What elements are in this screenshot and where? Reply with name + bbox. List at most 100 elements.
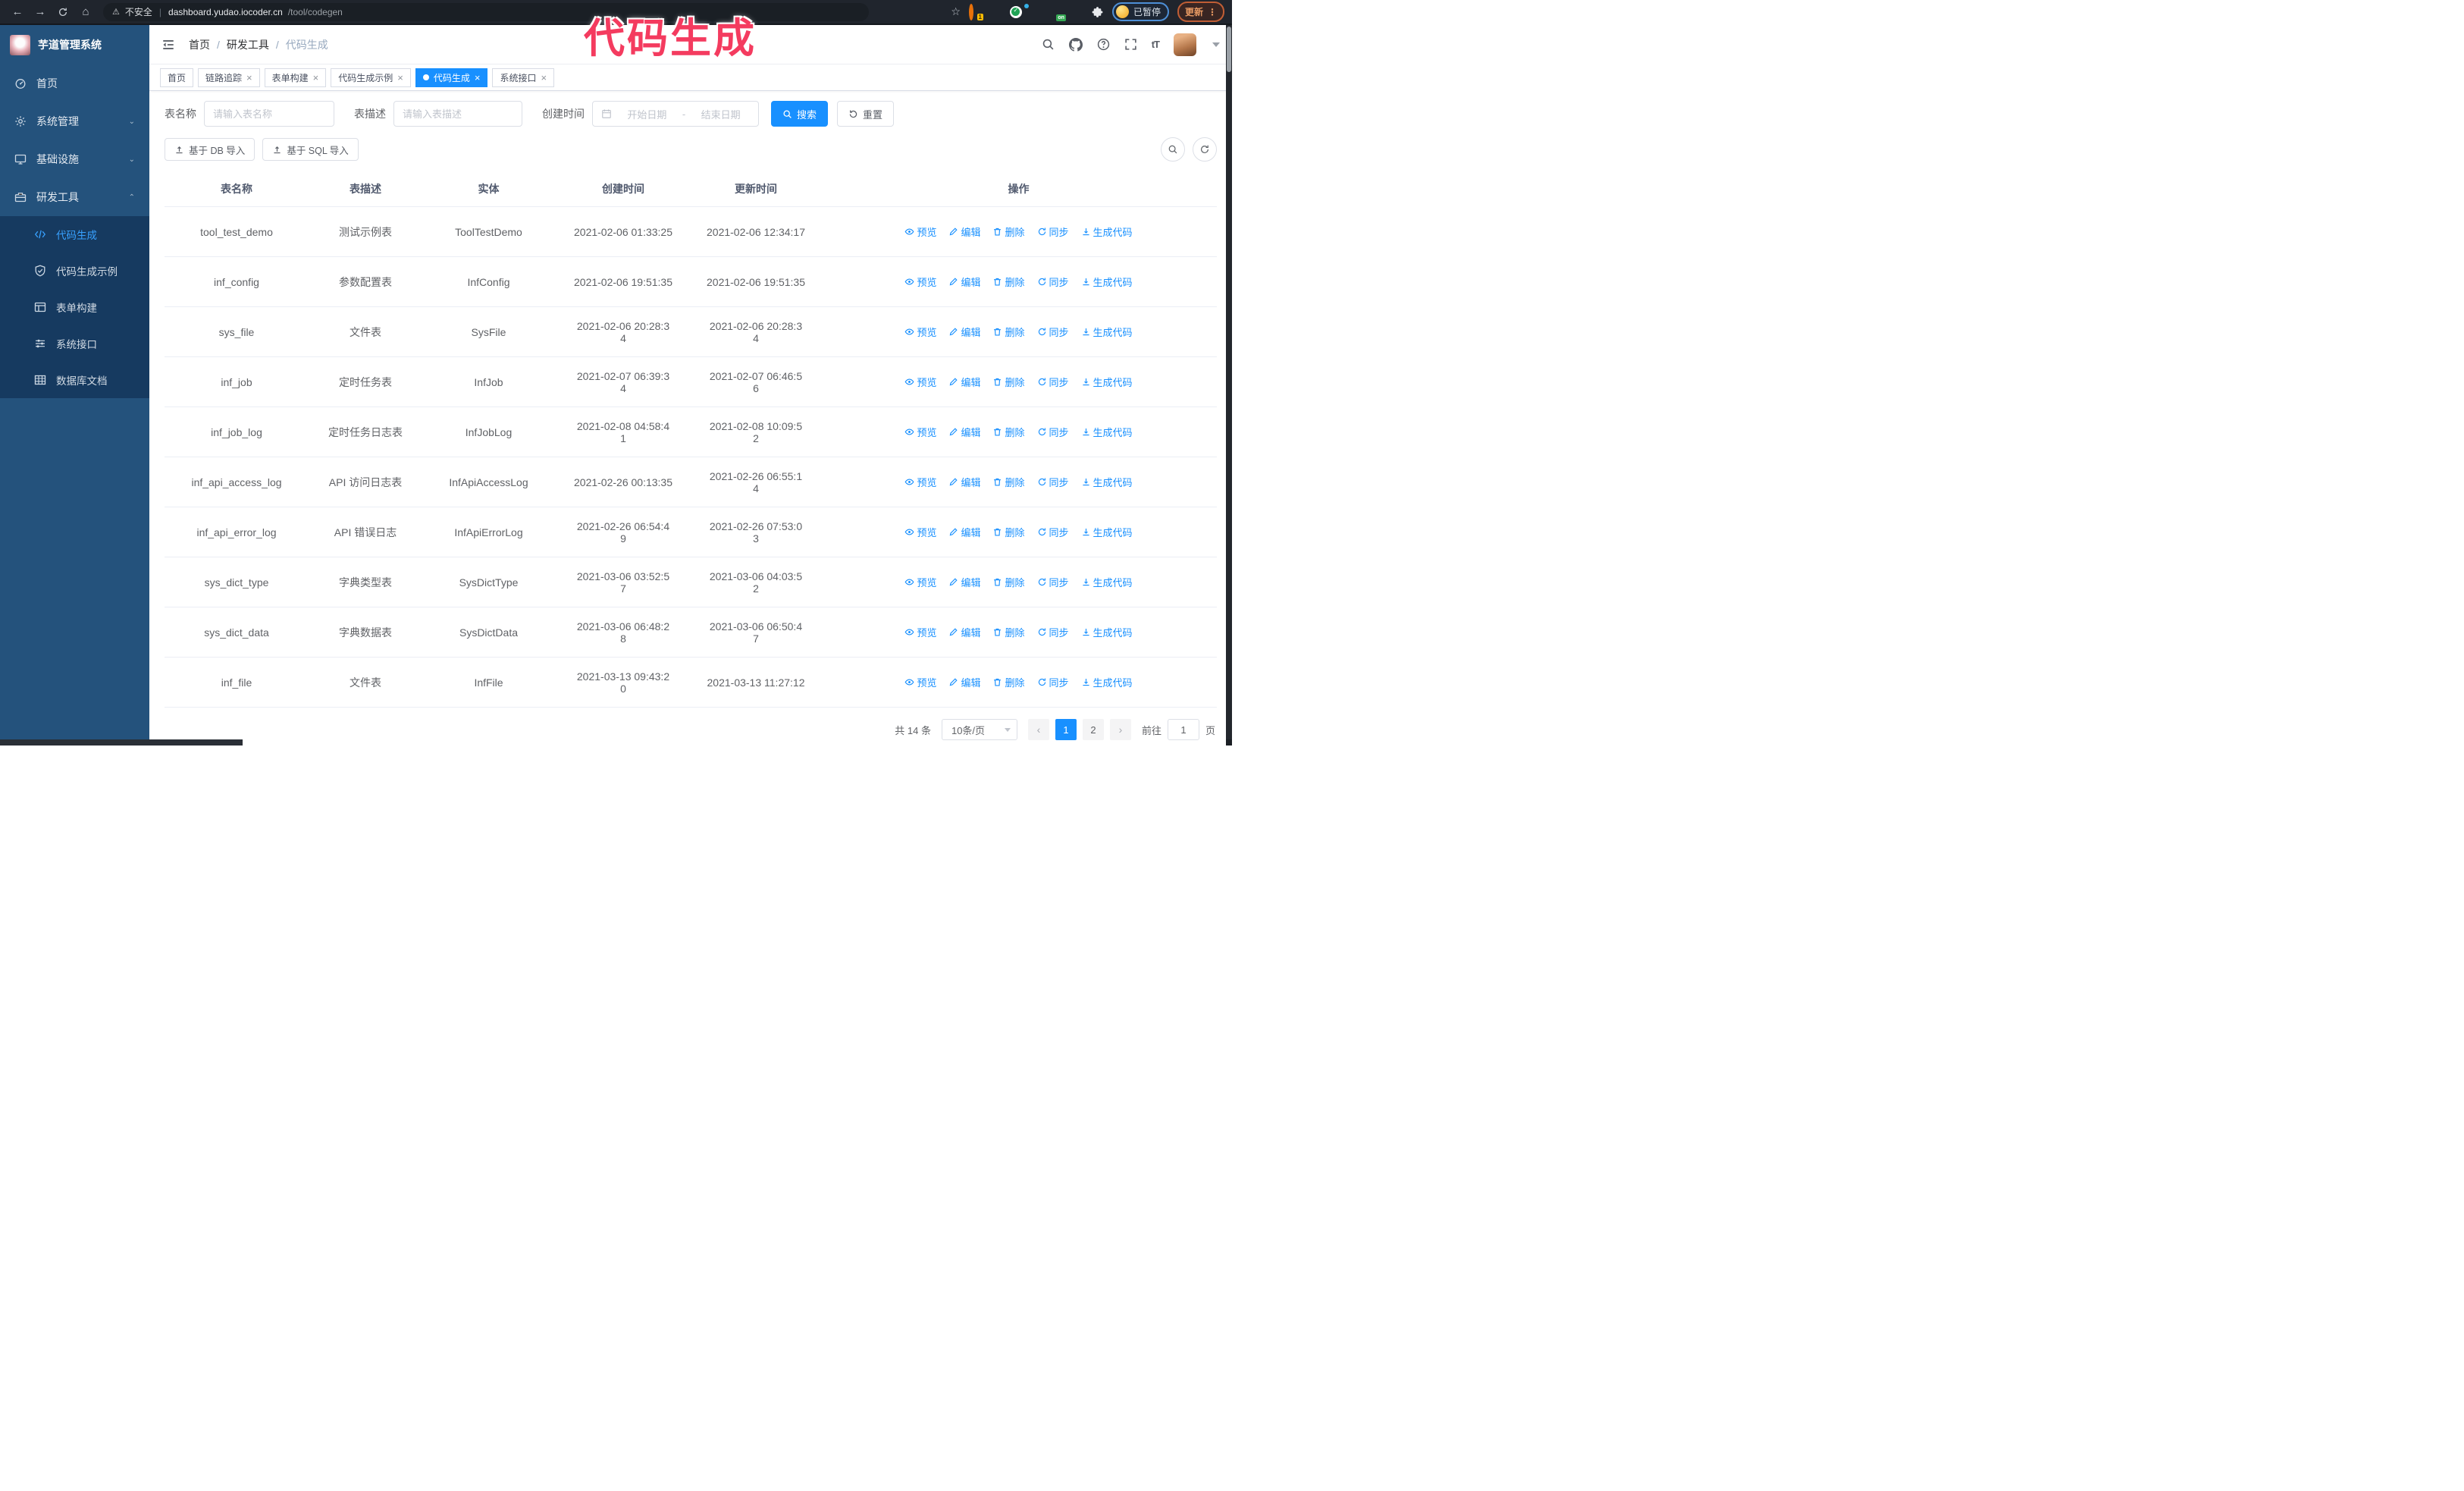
sidebar-item-代码生成[interactable]: 代码生成	[0, 216, 149, 253]
action-生成代码[interactable]: 生成代码	[1081, 575, 1133, 589]
tab-代码生成[interactable]: 代码生成 ×	[415, 67, 488, 87]
action-删除[interactable]: 删除	[992, 224, 1025, 239]
extension-refresh-icon[interactable]: 1	[968, 3, 983, 20]
browser-back-button[interactable]: ←	[8, 2, 27, 22]
close-icon[interactable]: ×	[541, 73, 547, 83]
table-row[interactable]: inf_file 文件表 InfFile 2021-03-13 09:43:2 0 20…	[165, 657, 1217, 708]
action-同步[interactable]: 同步	[1037, 625, 1069, 639]
sidebar-item-基础设施[interactable]: 基础设施 ⌄	[0, 140, 149, 178]
action-编辑[interactable]: 编辑	[948, 675, 980, 689]
sidebar-item-表单构建[interactable]: 表单构建	[0, 289, 149, 325]
sidebar-item-首页[interactable]: 首页	[0, 64, 149, 102]
close-icon[interactable]: ×	[313, 73, 319, 83]
font-size-icon[interactable]: tT	[1152, 39, 1160, 50]
date-range-picker[interactable]: 开始日期 - 结束日期	[592, 101, 759, 127]
table-row[interactable]: sys_dict_type 字典类型表 SysDictType 2021-03-06 …	[165, 557, 1217, 607]
action-预览[interactable]: 预览	[904, 224, 936, 239]
action-同步[interactable]: 同步	[1037, 475, 1069, 489]
browser-reload-button[interactable]	[53, 2, 73, 22]
action-预览[interactable]: 预览	[904, 625, 936, 639]
action-同步[interactable]: 同步	[1037, 375, 1069, 389]
sidebar-item-代码生成示例[interactable]: 代码生成示例	[0, 253, 149, 289]
action-同步[interactable]: 同步	[1037, 525, 1069, 539]
action-编辑[interactable]: 编辑	[948, 625, 980, 639]
action-删除[interactable]: 删除	[992, 575, 1025, 589]
close-icon[interactable]: ×	[397, 73, 403, 83]
action-生成代码[interactable]: 生成代码	[1081, 375, 1133, 389]
goto-page-input[interactable]	[1167, 719, 1199, 740]
close-icon[interactable]: ×	[246, 73, 252, 83]
chevron-down-icon[interactable]	[1212, 42, 1220, 47]
sidebar-item-研发工具[interactable]: 研发工具 ⌃	[0, 178, 149, 216]
bookmark-star-icon[interactable]: ☆	[951, 5, 961, 18]
action-删除[interactable]: 删除	[992, 375, 1025, 389]
action-删除[interactable]: 删除	[992, 275, 1025, 289]
tab-表单构建[interactable]: 表单构建 ×	[264, 67, 327, 87]
table-row[interactable]: inf_config 参数配置表 InfConfig 2021-02-06 19:51…	[165, 256, 1217, 307]
scrollbar-thumb[interactable]	[1227, 27, 1231, 72]
action-同步[interactable]: 同步	[1037, 575, 1069, 589]
browser-update-button[interactable]: 更新 ⋮	[1177, 2, 1224, 22]
action-预览[interactable]: 预览	[904, 525, 936, 539]
action-生成代码[interactable]: 生成代码	[1081, 325, 1133, 339]
import-db-button[interactable]: 基于 DB 导入	[165, 138, 255, 161]
tab-链路追踪[interactable]: 链路追踪 ×	[198, 67, 260, 87]
browser-profile-button[interactable]: 已暂停	[1111, 2, 1169, 21]
sidebar-item-系统接口[interactable]: 系统接口	[0, 325, 149, 362]
extension-octopus-icon[interactable]	[1071, 6, 1083, 18]
action-同步[interactable]: 同步	[1037, 425, 1069, 439]
close-icon[interactable]: ×	[475, 73, 481, 83]
action-编辑[interactable]: 编辑	[948, 475, 980, 489]
action-生成代码[interactable]: 生成代码	[1081, 475, 1133, 489]
action-预览[interactable]: 预览	[904, 475, 936, 489]
next-page-button[interactable]: ›	[1109, 719, 1131, 740]
sidebar-item-系统管理[interactable]: 系统管理 ⌄	[0, 102, 149, 140]
action-生成代码[interactable]: 生成代码	[1081, 675, 1133, 689]
extensions-puzzle-icon[interactable]	[1092, 6, 1104, 18]
action-同步[interactable]: 同步	[1037, 675, 1069, 689]
action-删除[interactable]: 删除	[992, 475, 1025, 489]
action-编辑[interactable]: 编辑	[948, 575, 980, 589]
refresh-table-button[interactable]	[1193, 137, 1217, 162]
extension-columns-icon[interactable]	[1030, 6, 1042, 18]
action-生成代码[interactable]: 生成代码	[1081, 425, 1133, 439]
action-同步[interactable]: 同步	[1037, 325, 1069, 339]
table-row[interactable]: sys_file 文件表 SysFile 2021-02-06 20:28:3 4 20…	[165, 306, 1217, 357]
action-生成代码[interactable]: 生成代码	[1081, 224, 1133, 239]
search-button[interactable]: 搜索	[771, 101, 829, 127]
action-生成代码[interactable]: 生成代码	[1081, 275, 1133, 289]
breadcrumb-dev-tools[interactable]: 研发工具	[227, 37, 269, 52]
action-删除[interactable]: 删除	[992, 325, 1025, 339]
page-size-select[interactable]: 10条/页	[941, 719, 1017, 740]
reset-button[interactable]: 重置	[837, 101, 895, 127]
table-row[interactable]: inf_job_log 定时任务日志表 InfJobLog 2021-02-08 04…	[165, 406, 1217, 457]
table-row[interactable]: inf_job 定时任务表 InfJob 2021-02-07 06:39:3 4 20…	[165, 356, 1217, 407]
action-删除[interactable]: 删除	[992, 425, 1025, 439]
tab-首页[interactable]: 首页	[160, 67, 194, 87]
action-预览[interactable]: 预览	[904, 275, 936, 289]
action-同步[interactable]: 同步	[1037, 275, 1069, 289]
help-icon[interactable]	[1097, 38, 1110, 51]
table-desc-input[interactable]	[393, 101, 522, 127]
search-icon[interactable]	[1042, 38, 1055, 51]
table-row[interactable]: tool_test_demo 测试示例表 ToolTestDemo 2021-02-0…	[165, 206, 1217, 257]
toggle-search-button[interactable]	[1161, 137, 1185, 162]
breadcrumb-home[interactable]: 首页	[189, 37, 210, 52]
action-删除[interactable]: 删除	[992, 525, 1025, 539]
tab-代码生成示例[interactable]: 代码生成示例 ×	[331, 67, 411, 87]
action-编辑[interactable]: 编辑	[948, 375, 980, 389]
extension-gem-icon[interactable]	[989, 6, 1002, 18]
action-生成代码[interactable]: 生成代码	[1081, 625, 1133, 639]
tab-系统接口[interactable]: 系统接口 ×	[492, 67, 555, 87]
extension-green-check-icon[interactable]	[1009, 5, 1022, 18]
github-icon[interactable]	[1068, 37, 1083, 52]
import-sql-button[interactable]: 基于 SQL 导入	[262, 138, 359, 161]
action-编辑[interactable]: 编辑	[948, 425, 980, 439]
action-编辑[interactable]: 编辑	[948, 525, 980, 539]
horizontal-scrollbar[interactable]	[0, 739, 243, 746]
action-编辑[interactable]: 编辑	[948, 275, 980, 289]
action-编辑[interactable]: 编辑	[948, 224, 980, 239]
table-row[interactable]: inf_api_access_log API 访问日志表 InfApiAccessL…	[165, 457, 1217, 507]
prev-page-button[interactable]: ‹	[1027, 719, 1049, 740]
table-row[interactable]: sys_dict_data 字典数据表 SysDictData 2021-03-06 …	[165, 607, 1217, 658]
